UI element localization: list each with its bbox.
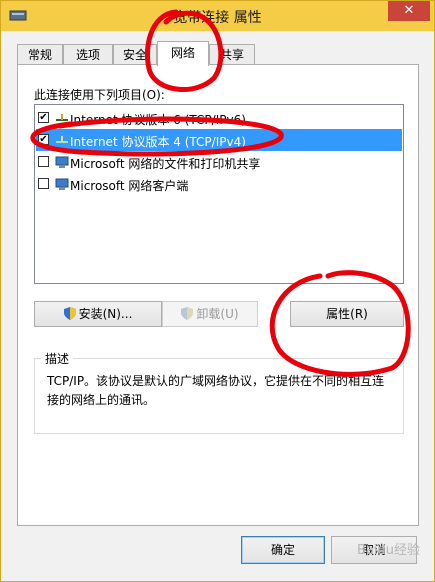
description-label: 描述: [41, 350, 74, 367]
network-protocol-icon: [56, 114, 68, 121]
list-item-file-printer-sharing[interactable]: Microsoft 网络的文件和打印机共享: [36, 151, 402, 173]
uac-shield-icon: [181, 307, 194, 320]
tab-sharing[interactable]: 共享: [209, 44, 255, 65]
network-client-icon: [55, 178, 69, 190]
list-item-tcpipv6[interactable]: ✔ Internet 协议版本 6 (TCP/IPv6): [36, 107, 402, 129]
tab-options[interactable]: 选项: [63, 44, 113, 65]
uninstall-button[interactable]: 卸载(U): [162, 301, 258, 327]
watermark: Baidu经验: [357, 543, 420, 558]
install-button[interactable]: 安装(N)...: [34, 301, 162, 327]
tab-bar: 常规 选项 安全 网络 共享: [17, 41, 427, 66]
tab-networking[interactable]: 网络: [157, 41, 209, 66]
list-item-tcpipv4[interactable]: ✔ Internet 协议版本 4 (TCP/IPv4): [36, 129, 402, 151]
list-item-label: Microsoft 网络的文件和打印机共享: [70, 157, 261, 171]
file-sharing-checkbox[interactable]: [38, 156, 49, 167]
title-bar[interactable]: 宽带连接 属性 ✕: [1, 1, 434, 31]
description-text: TCP/IP。该协议是默认的广域网络协议，它提供在不同的相互连接的网络上的通讯。: [47, 374, 385, 407]
uninstall-label: 卸载(U): [196, 307, 239, 321]
network-service-icon: [55, 156, 69, 168]
description-group: 描述 TCP/IP。该协议是默认的广域网络协议，它提供在不同的相互连接的网络上的…: [34, 350, 404, 434]
tab-general[interactable]: 常规: [17, 44, 63, 65]
network-protocol-icon: [56, 136, 68, 143]
close-button[interactable]: ✕: [388, 1, 430, 21]
items-list-label: 此连接使用下列项目(O):: [34, 88, 165, 102]
list-item-ms-client[interactable]: Microsoft 网络客户端: [36, 173, 402, 195]
properties-button[interactable]: 属性(R): [290, 301, 404, 327]
properties-dialog: 宽带连接 属性 ✕ 常规 选项 安全 网络 共享 此连接使用下列项目(O): ✔…: [0, 0, 435, 582]
uac-shield-icon: [63, 307, 76, 320]
install-label: 安装(N)...: [78, 307, 133, 321]
list-item-label: Microsoft 网络客户端: [70, 179, 189, 193]
list-item-label: Internet 协议版本 6 (TCP/IPv6): [70, 113, 246, 127]
list-item-label: Internet 协议版本 4 (TCP/IPv4): [70, 135, 246, 149]
connection-items-list[interactable]: ✔ Internet 协议版本 6 (TCP/IPv6) ✔ Internet …: [34, 104, 404, 284]
ms-client-checkbox[interactable]: [38, 178, 49, 189]
ok-button[interactable]: 确定: [241, 536, 325, 564]
tcpipv6-checkbox[interactable]: ✔: [38, 112, 49, 123]
networking-panel: 此连接使用下列项目(O): ✔ Internet 协议版本 6 (TCP/IPv…: [17, 64, 419, 526]
window-title: 宽带连接 属性: [173, 10, 262, 26]
tcpipv4-checkbox[interactable]: ✔: [38, 134, 49, 145]
tab-security[interactable]: 安全: [113, 44, 157, 65]
